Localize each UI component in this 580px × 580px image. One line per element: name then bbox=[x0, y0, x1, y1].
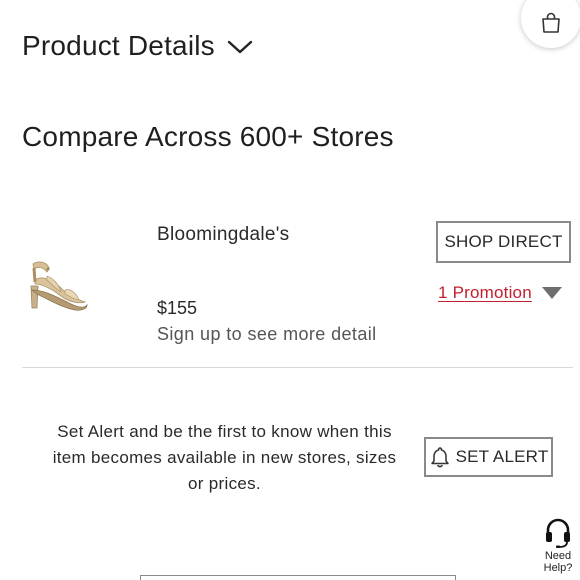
bottom-partial-button[interactable] bbox=[140, 575, 456, 580]
headset-icon bbox=[546, 518, 570, 548]
alert-description: Set Alert and be the first to know when … bbox=[52, 422, 397, 493]
product-details-title: Product Details bbox=[22, 30, 215, 61]
chevron-down-icon bbox=[227, 40, 253, 54]
shopping-bag-button[interactable] bbox=[521, 0, 580, 48]
shop-direct-button[interactable]: SHOP DIRECT bbox=[436, 221, 571, 263]
product-price: $155 bbox=[157, 298, 198, 318]
promotion-link[interactable]: 1 Promotion bbox=[438, 283, 532, 303]
triangle-down-icon bbox=[541, 287, 562, 299]
compare-stores-title: Compare Across 600+ Stores bbox=[22, 121, 394, 152]
bell-icon bbox=[430, 447, 449, 468]
need-help-label-line2: Help? bbox=[543, 562, 573, 574]
need-help-label: Need Help? bbox=[544, 550, 573, 574]
signup-prompt[interactable]: Sign up to see more detail bbox=[157, 324, 377, 345]
sandal-product-image[interactable] bbox=[25, 250, 91, 316]
section-divider bbox=[22, 367, 573, 368]
product-details-toggle[interactable]: Product Details bbox=[22, 30, 253, 62]
need-help-label-line1: Need bbox=[544, 550, 572, 562]
store-name: Bloomingdale's bbox=[157, 224, 290, 245]
promotion-toggle[interactable]: 1 Promotion bbox=[438, 283, 563, 303]
shopping-bag-icon bbox=[542, 12, 560, 33]
need-help-button[interactable]: Need Help? bbox=[537, 518, 579, 574]
set-alert-button[interactable]: SET ALERT bbox=[424, 437, 553, 477]
set-alert-label: SET ALERT bbox=[455, 447, 549, 466]
product-page: Product Details Compare Across 600+ Stor… bbox=[0, 0, 580, 580]
